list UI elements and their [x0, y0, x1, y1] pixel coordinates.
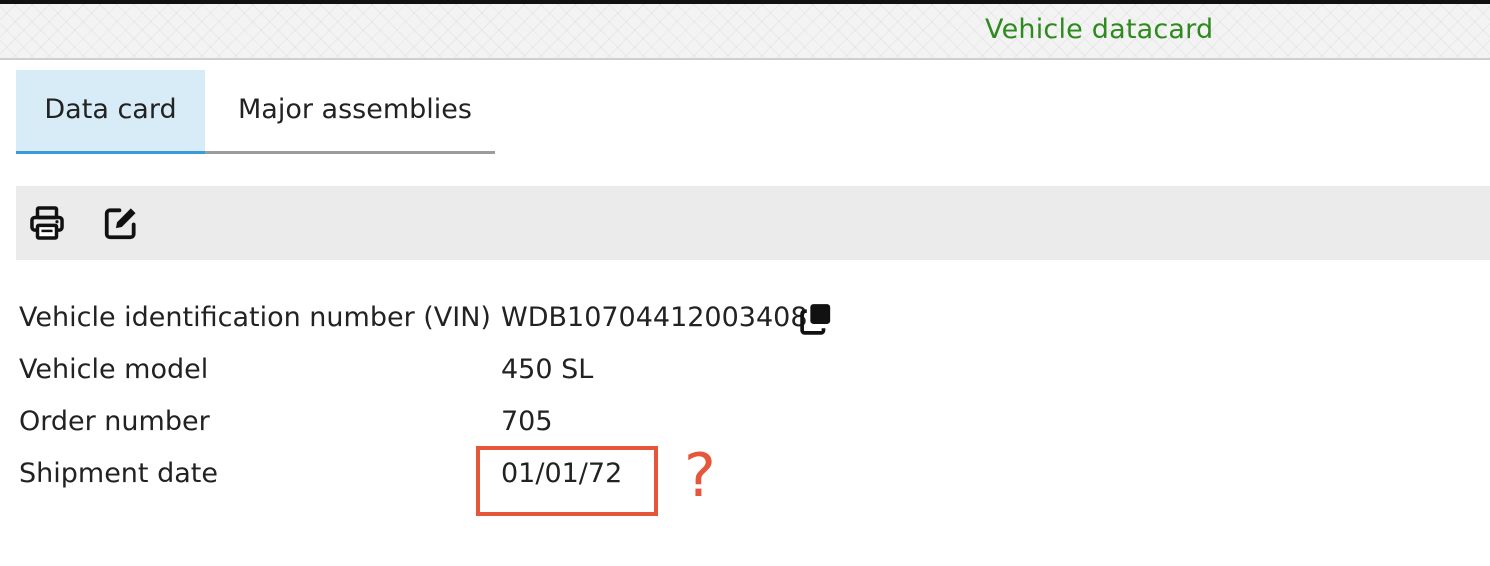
tab-major-assemblies[interactable]: Major assemblies — [238, 70, 472, 154]
model-label: Vehicle model — [19, 354, 209, 385]
tab-bar: Data card Major assemblies — [16, 70, 495, 154]
copy-icon — [800, 304, 831, 335]
vin-label: Vehicle identification number (VIN) — [19, 302, 491, 333]
order-number-label: Order number — [19, 406, 210, 437]
printer-icon — [30, 206, 64, 240]
copy-vin-button[interactable] — [799, 302, 833, 336]
model-value: 450 SL — [501, 354, 594, 385]
order-number-value: 705 — [501, 406, 553, 437]
page-title: Vehicle datacard — [985, 14, 1214, 45]
top-header-bar: Vehicle datacard — [0, 0, 1490, 60]
toolbar — [16, 186, 1490, 260]
edit-icon — [104, 208, 136, 240]
vin-value: WDB10704412003408 — [501, 302, 808, 333]
print-button[interactable] — [28, 204, 66, 242]
edit-button[interactable] — [102, 204, 140, 242]
question-mark-annotation: ? — [684, 441, 716, 511]
shipment-date-highlight — [476, 446, 658, 516]
shipment-date-label: Shipment date — [19, 458, 218, 489]
tab-data-card[interactable]: Data card — [16, 70, 205, 154]
